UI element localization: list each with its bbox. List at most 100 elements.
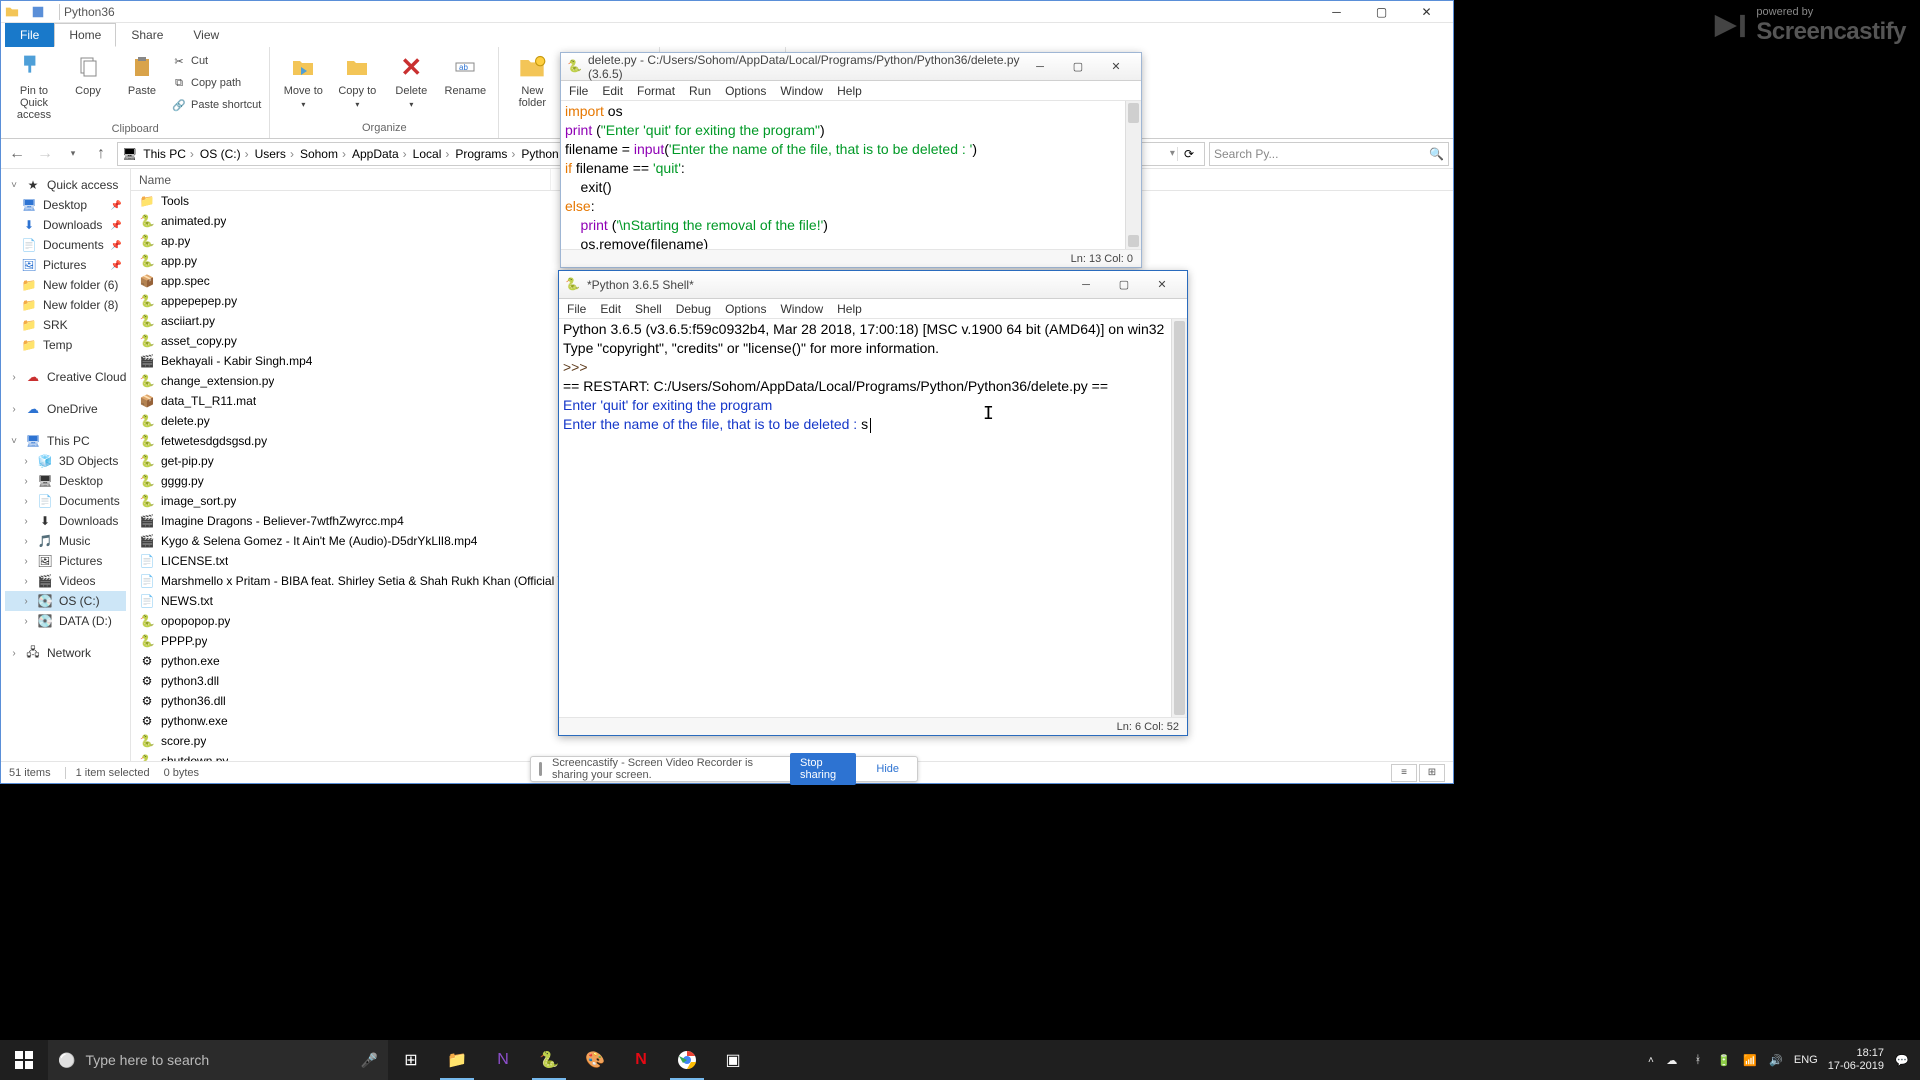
- taskbar-terminal[interactable]: ▣: [710, 1040, 756, 1080]
- shell-close[interactable]: ✕: [1143, 274, 1181, 296]
- nav-onedrive[interactable]: ›☁OneDrive: [5, 399, 126, 419]
- refresh-icon[interactable]: ⟳: [1177, 147, 1200, 161]
- menu-shell[interactable]: Shell: [635, 302, 662, 316]
- tray-overflow[interactable]: ˄: [1648, 1055, 1654, 1066]
- copy-button[interactable]: Copy: [63, 51, 113, 97]
- battery-tray-icon[interactable]: 🔋: [1716, 1052, 1732, 1068]
- nav-thispc[interactable]: ˅🖥This PC: [5, 431, 126, 451]
- shell-titlebar[interactable]: 🐍 *Python 3.6.5 Shell* ─ ▢ ✕: [559, 271, 1187, 299]
- nav-network[interactable]: ›🖧Network: [5, 643, 126, 663]
- tab-file[interactable]: File: [5, 23, 54, 47]
- nav-nf8[interactable]: 📁New folder (8): [5, 295, 126, 315]
- cut-button[interactable]: ✂Cut: [171, 51, 261, 71]
- save-icon[interactable]: [31, 5, 45, 19]
- shell-scrollbar[interactable]: [1171, 319, 1187, 717]
- newfolder-button[interactable]: New folder: [507, 51, 557, 109]
- copyto-button[interactable]: Copy to▾: [332, 51, 382, 111]
- nav-quick-access[interactable]: ˅★Quick access: [5, 175, 126, 195]
- taskbar-clock[interactable]: 18:1717-06-2019: [1828, 1047, 1884, 1073]
- menu-run[interactable]: Run: [689, 84, 711, 98]
- forward-button[interactable]: →: [33, 142, 57, 166]
- taskbar-idle[interactable]: 🐍: [526, 1040, 572, 1080]
- menu-edit[interactable]: Edit: [600, 302, 621, 316]
- view-details-button[interactable]: ≡: [1391, 764, 1417, 782]
- menu-debug[interactable]: Debug: [676, 302, 711, 316]
- search-input[interactable]: Search Py... 🔍: [1209, 142, 1449, 166]
- editor-titlebar[interactable]: 🐍 delete.py - C:/Users/Sohom/AppData/Loc…: [561, 53, 1141, 81]
- shell-minimize[interactable]: ─: [1067, 274, 1105, 296]
- nav-ccf[interactable]: ›☁Creative Cloud Files: [5, 367, 126, 387]
- menu-file[interactable]: File: [567, 302, 586, 316]
- drag-handle-icon[interactable]: [539, 762, 542, 776]
- nav-desktop2[interactable]: ›🖥Desktop: [5, 471, 126, 491]
- taskbar-search[interactable]: ⚪ Type here to search 🎤: [48, 1040, 388, 1080]
- menu-options[interactable]: Options: [725, 302, 766, 316]
- language-indicator[interactable]: ENG: [1794, 1054, 1818, 1066]
- shell-maximize[interactable]: ▢: [1105, 274, 1143, 296]
- menu-help[interactable]: Help: [837, 302, 862, 316]
- menu-options[interactable]: Options: [725, 84, 766, 98]
- taskbar-paint[interactable]: 🎨: [572, 1040, 618, 1080]
- taskbar-explorer[interactable]: 📁: [434, 1040, 480, 1080]
- notifications-tray-icon[interactable]: 💬: [1894, 1052, 1910, 1068]
- menu-window[interactable]: Window: [780, 302, 823, 316]
- taskbar-onenote[interactable]: N: [480, 1040, 526, 1080]
- editor-scrollbar[interactable]: [1125, 101, 1141, 249]
- menu-format[interactable]: Format: [637, 84, 675, 98]
- moveto-button[interactable]: Move to▾: [278, 51, 328, 111]
- nav-pictures[interactable]: 🖼Pictures📌: [5, 255, 126, 275]
- nav-srk[interactable]: 📁SRK: [5, 315, 126, 335]
- nav-3dobj[interactable]: ›🧊3D Objects: [5, 451, 126, 471]
- editor-maximize[interactable]: ▢: [1059, 56, 1097, 78]
- mic-icon[interactable]: 🎤: [361, 1052, 378, 1069]
- menu-help[interactable]: Help: [837, 84, 862, 98]
- menu-window[interactable]: Window: [780, 84, 823, 98]
- menu-edit[interactable]: Edit: [602, 84, 623, 98]
- rename-button[interactable]: abRename: [440, 51, 490, 97]
- nav-downloads2[interactable]: ›⬇Downloads: [5, 511, 126, 531]
- pasteshortcut-button[interactable]: 🔗Paste shortcut: [171, 95, 261, 115]
- nav-videos[interactable]: ›🎬Videos: [5, 571, 126, 591]
- volume-tray-icon[interactable]: 🔊: [1768, 1052, 1784, 1068]
- delete-button[interactable]: ✕Delete▾: [386, 51, 436, 111]
- nav-nf6[interactable]: 📁New folder (6): [5, 275, 126, 295]
- menu-file[interactable]: File: [569, 84, 588, 98]
- nav-downloads[interactable]: ⬇Downloads📌: [5, 215, 126, 235]
- nav-osc[interactable]: ›💽OS (C:): [5, 591, 126, 611]
- minimize-button[interactable]: ─: [1314, 1, 1359, 23]
- hide-button[interactable]: Hide: [866, 759, 909, 779]
- tab-share[interactable]: Share: [116, 23, 178, 47]
- paste-button[interactable]: Paste: [117, 51, 167, 97]
- tab-home[interactable]: Home: [54, 23, 116, 47]
- taskbar-netflix[interactable]: N: [618, 1040, 664, 1080]
- onedrive-tray-icon[interactable]: ☁: [1664, 1052, 1680, 1068]
- nav-desktop[interactable]: 🖥Desktop📌: [5, 195, 126, 215]
- nav-documents[interactable]: 📄Documents📌: [5, 235, 126, 255]
- tab-view[interactable]: View: [178, 23, 234, 47]
- wifi-tray-icon[interactable]: 📶: [1742, 1052, 1758, 1068]
- maximize-button[interactable]: ▢: [1359, 1, 1404, 23]
- start-button[interactable]: [0, 1040, 48, 1080]
- bluetooth-tray-icon[interactable]: ᚼ: [1690, 1052, 1706, 1068]
- nav-music[interactable]: ›🎵Music: [5, 531, 126, 551]
- recent-button[interactable]: ▾: [61, 142, 85, 166]
- editor-text-area[interactable]: import os print ("Enter 'quit' for exiti…: [561, 101, 1141, 249]
- nav-temp[interactable]: 📁Temp: [5, 335, 126, 355]
- nav-datad[interactable]: ›💽DATA (D:): [5, 611, 126, 631]
- editor-close[interactable]: ✕: [1097, 56, 1135, 78]
- close-button[interactable]: ✕: [1404, 1, 1449, 23]
- navigation-pane[interactable]: ˅★Quick access 🖥Desktop📌 ⬇Downloads📌 📄Do…: [1, 169, 131, 761]
- view-icons-button[interactable]: ⊞: [1419, 764, 1445, 782]
- copypath-button[interactable]: ⧉Copy path: [171, 73, 261, 93]
- nav-pictures2[interactable]: ›🖼Pictures: [5, 551, 126, 571]
- taskview-button[interactable]: ⊞: [388, 1040, 434, 1080]
- shell-text-area[interactable]: Python 3.6.5 (v3.6.5:f59c0932b4, Mar 28 …: [559, 319, 1187, 717]
- back-button[interactable]: ←: [5, 142, 29, 166]
- pin-button[interactable]: Pin to Quick access: [9, 51, 59, 121]
- editor-minimize[interactable]: ─: [1021, 56, 1059, 78]
- taskbar-chrome[interactable]: [664, 1040, 710, 1080]
- stop-sharing-button[interactable]: Stop sharing: [790, 753, 856, 785]
- up-button[interactable]: ↑: [89, 142, 113, 166]
- explorer-titlebar[interactable]: Python36 ─ ▢ ✕: [1, 1, 1453, 23]
- nav-documents2[interactable]: ›📄Documents: [5, 491, 126, 511]
